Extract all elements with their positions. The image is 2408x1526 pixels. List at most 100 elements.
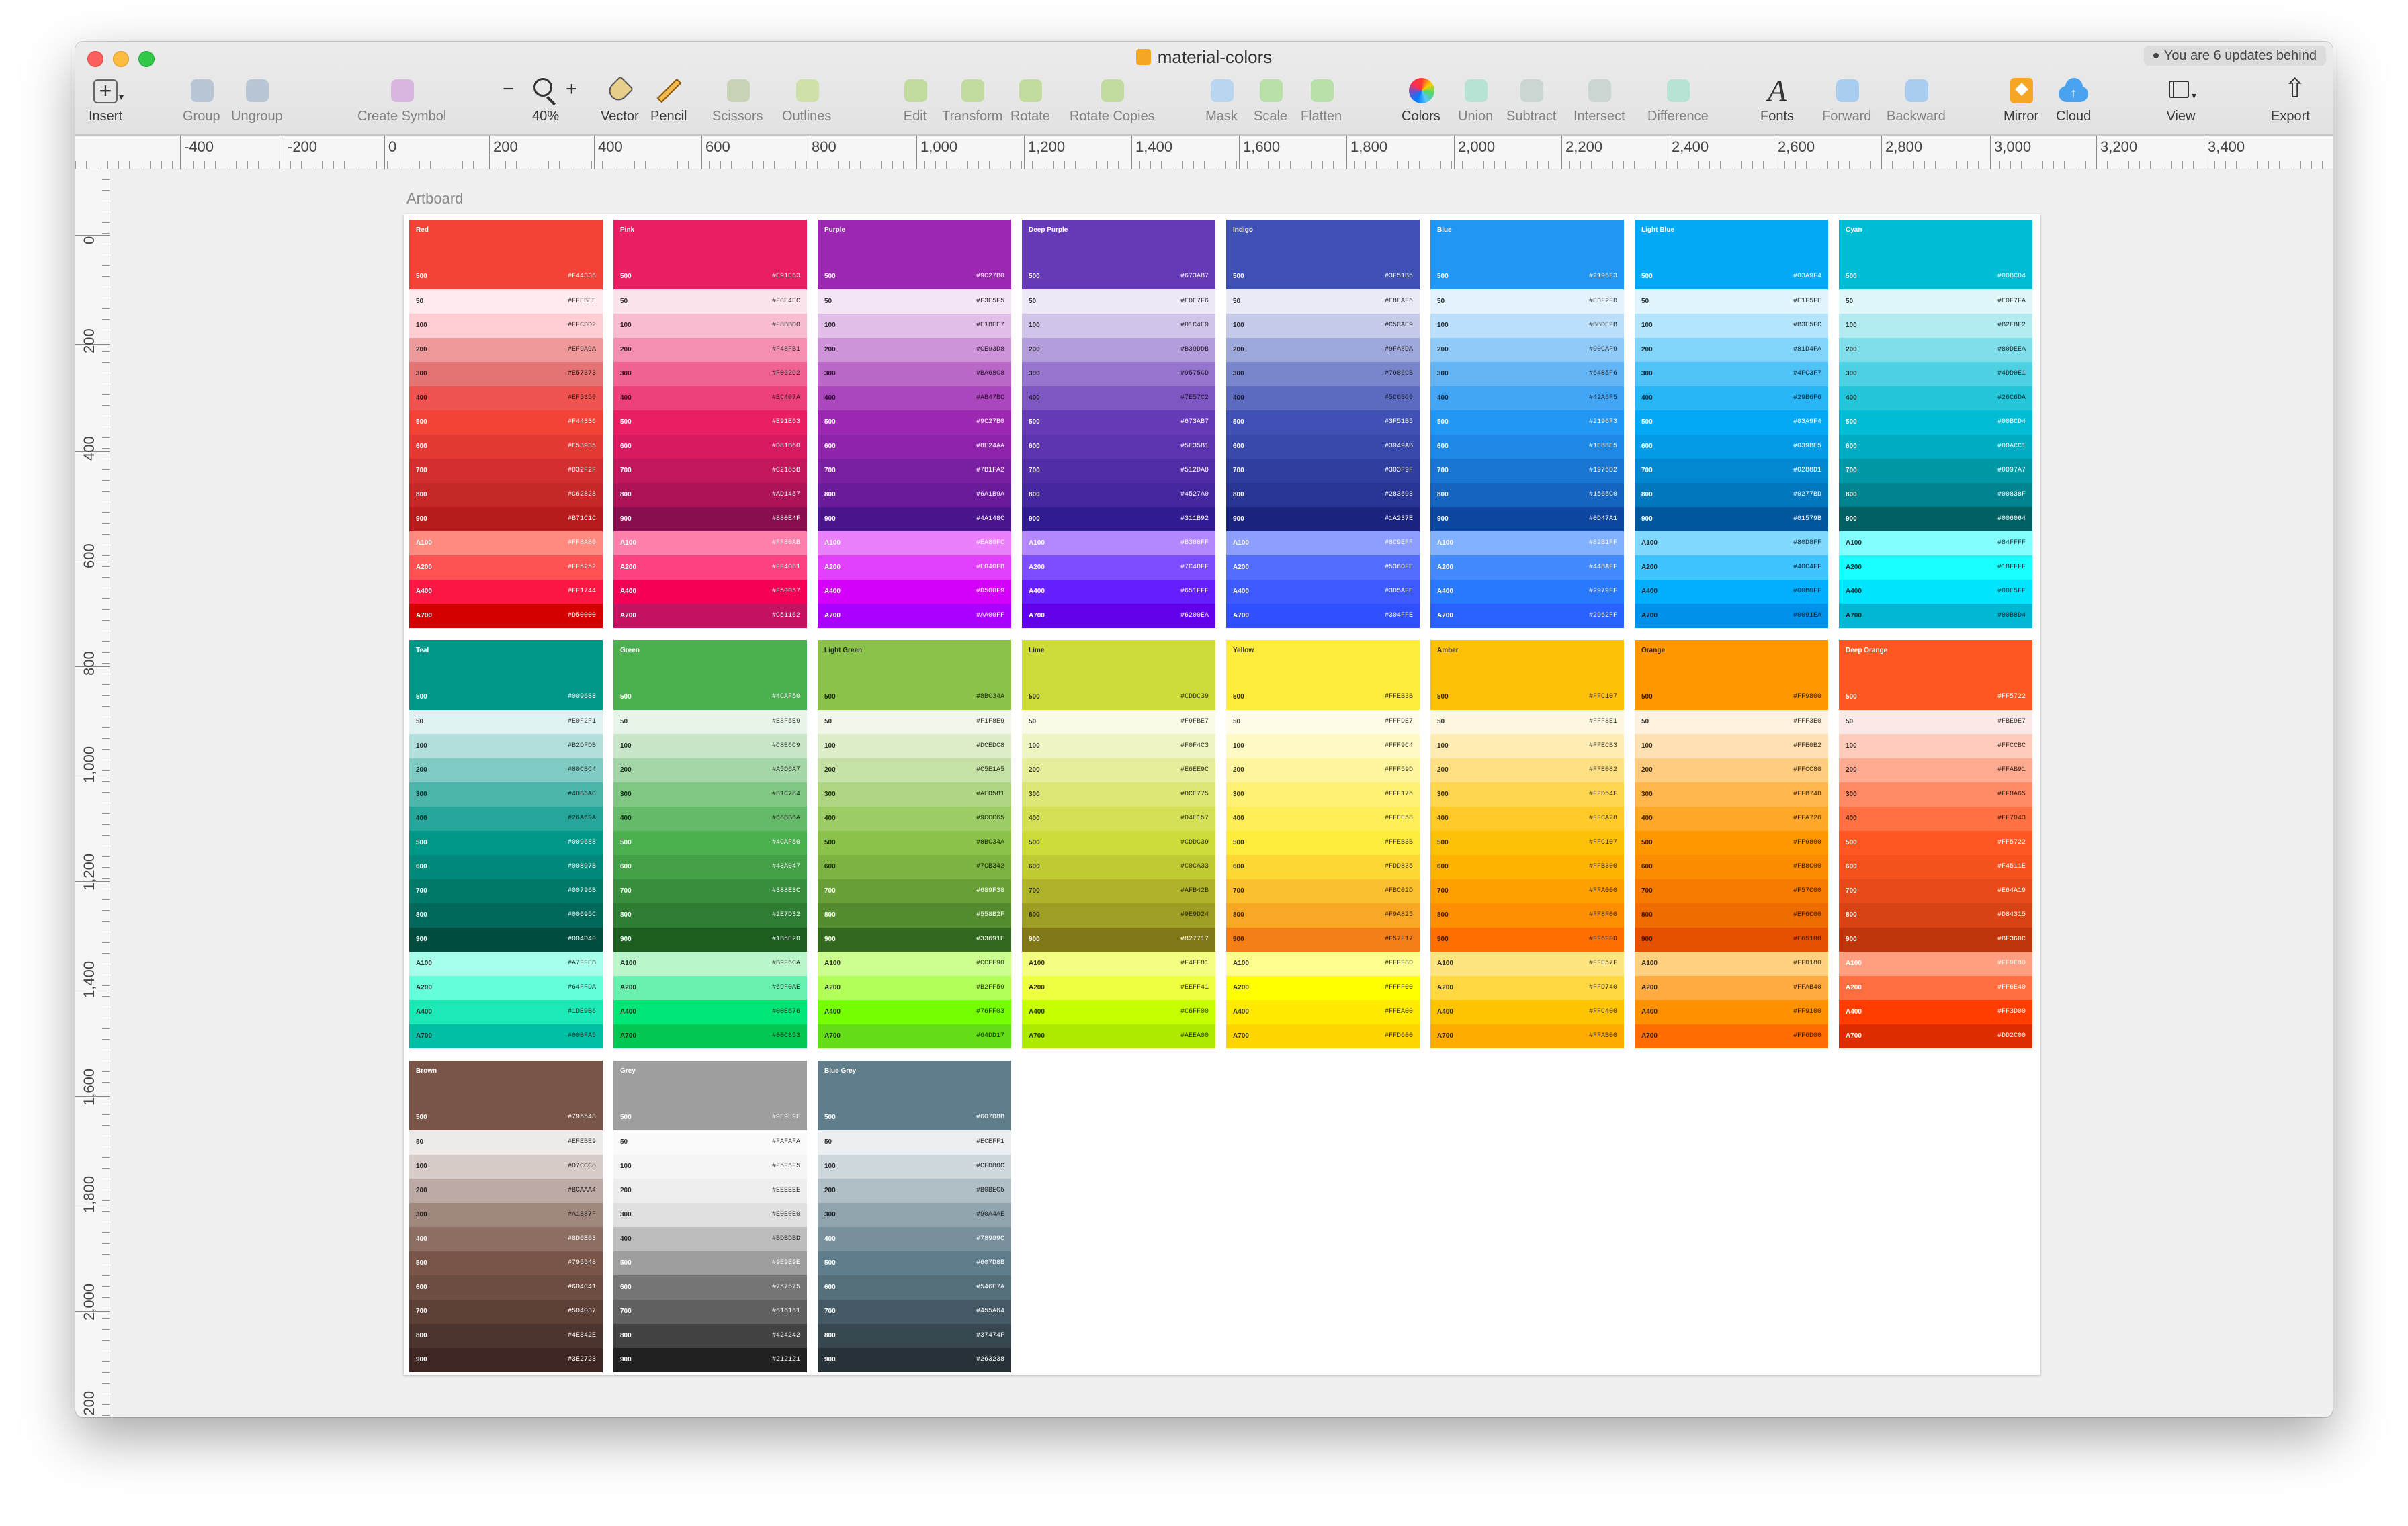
swatch-row[interactable]: 400 #EF5350 <box>409 386 603 410</box>
swatch-row[interactable]: 50 #E0F7FA <box>1839 289 2032 314</box>
swatch-row[interactable]: 500 #3F51B5 <box>1226 410 1420 435</box>
swatch-row[interactable]: 300 #4DB6AC <box>409 782 603 807</box>
swatch-row[interactable]: A200 #40C4FF <box>1635 555 1828 580</box>
swatch-row[interactable]: 100 #D1C4E9 <box>1022 314 1215 338</box>
swatch-row[interactable]: 700 #1976D2 <box>1430 459 1624 483</box>
swatch-row[interactable]: A200 #18FFFF <box>1839 555 2032 580</box>
toolbar-vector-button[interactable]: Vector <box>601 75 639 130</box>
swatch-row[interactable]: 600 #7CB342 <box>818 855 1011 879</box>
swatch-row[interactable]: 200 #BCAAA4 <box>409 1179 603 1203</box>
toolbar-pencil-button[interactable]: Pencil <box>650 77 687 130</box>
swatch-row[interactable]: A700 #00BFA5 <box>409 1024 603 1048</box>
toolbar-group-button[interactable]: Group <box>183 77 220 130</box>
swatch-row[interactable]: 900 #1B5E20 <box>613 928 807 952</box>
swatch-row[interactable]: 700 #FFA000 <box>1430 879 1624 903</box>
swatch-row[interactable]: A200 #FFFF00 <box>1226 976 1420 1000</box>
swatch-row[interactable]: 600 #8E24AA <box>818 435 1011 459</box>
toolbar-forward-button[interactable]: Forward <box>1822 77 1871 130</box>
swatch-row[interactable]: 500 #673AB7 <box>1022 410 1215 435</box>
swatch-row[interactable]: 100 #FFCCBC <box>1839 734 2032 758</box>
canvas[interactable]: Artboard Red 500 #F44336 50 #FFEBEE 100 #FFCDD… <box>111 170 2333 1417</box>
swatch-row[interactable]: 500 #CDDC39 <box>1022 831 1215 855</box>
swatch-row[interactable]: 50 #EDE7F6 <box>1022 289 1215 314</box>
swatch-row[interactable]: 200 #80DEEA <box>1839 338 2032 362</box>
swatch-row[interactable]: 600 #00ACC1 <box>1839 435 2032 459</box>
palette-yellow[interactable]: Yellow 500 #FFEB3B 50 #FFFDE7 100 #FFF9C4 200 #F… <box>1226 640 1420 1048</box>
toolbar-flatten-button[interactable]: Flatten <box>1301 77 1342 130</box>
swatch-row[interactable]: 400 #29B6F6 <box>1635 386 1828 410</box>
swatch-row[interactable]: 600 #757575 <box>613 1275 807 1300</box>
swatch-row[interactable]: 600 #039BE5 <box>1635 435 1828 459</box>
swatch-row[interactable]: 50 #FFFDE7 <box>1226 710 1420 734</box>
swatch-row[interactable]: 100 #F0F4C3 <box>1022 734 1215 758</box>
swatch-row[interactable]: 700 #C2185B <box>613 459 807 483</box>
swatch-row[interactable]: 600 #C0CA33 <box>1022 855 1215 879</box>
toolbar-mask-button[interactable]: Mask <box>1205 77 1238 130</box>
palette-green[interactable]: Green 500 #4CAF50 50 #E8F5E9 100 #C8E6C9 200 #A5… <box>613 640 807 1048</box>
swatch-row[interactable]: 200 #80CBC4 <box>409 758 603 782</box>
swatch-row[interactable]: 900 #BF360C <box>1839 928 2032 952</box>
swatch-row[interactable]: A200 #FF5252 <box>409 555 603 580</box>
swatch-row[interactable]: 50 #FBE9E7 <box>1839 710 2032 734</box>
swatch-row[interactable]: 600 #3949AB <box>1226 435 1420 459</box>
swatch-row[interactable]: 300 #90A4AE <box>818 1203 1011 1227</box>
swatch-row[interactable]: 300 #AED581 <box>818 782 1011 807</box>
swatch-row[interactable]: 700 #FBC02D <box>1226 879 1420 903</box>
swatch-row[interactable]: 300 #FF8A65 <box>1839 782 2032 807</box>
swatch-row[interactable]: 100 #C5CAE9 <box>1226 314 1420 338</box>
swatch-row[interactable]: 600 #43A047 <box>613 855 807 879</box>
swatch-row[interactable]: 800 #558B2F <box>818 903 1011 928</box>
toolbar-transform-button[interactable]: Transform <box>942 77 1002 130</box>
swatch-row[interactable]: 700 #E64A19 <box>1839 879 2032 903</box>
swatch-row[interactable]: A400 #00E5FF <box>1839 580 2032 604</box>
swatch-row[interactable]: 50 #FAFAFA <box>613 1130 807 1155</box>
swatch-row[interactable]: 100 #B2EBF2 <box>1839 314 2032 338</box>
swatch-row[interactable]: 700 #388E3C <box>613 879 807 903</box>
swatch-row[interactable]: A100 #FF8A80 <box>409 531 603 555</box>
swatch-row[interactable]: 400 #7E57C2 <box>1022 386 1215 410</box>
swatch-row[interactable]: 600 #00897B <box>409 855 603 879</box>
swatch-row[interactable]: 50 #FFF3E0 <box>1635 710 1828 734</box>
swatch-row[interactable]: 300 #81C784 <box>613 782 807 807</box>
palette-indigo[interactable]: Indigo 500 #3F51B5 50 #E8EAF6 100 #C5CAE9 200 #9… <box>1226 220 1420 628</box>
swatch-row[interactable]: 100 #C8E6C9 <box>613 734 807 758</box>
swatch-row[interactable]: 500 #8BC34A <box>818 831 1011 855</box>
palette-header[interactable]: Orange 500 #FF9800 <box>1635 640 1828 710</box>
swatch-row[interactable]: 200 #C5E1A5 <box>818 758 1011 782</box>
swatch-row[interactable]: A400 #76FF03 <box>818 1000 1011 1024</box>
swatch-row[interactable]: A700 #DD2C00 <box>1839 1024 2032 1048</box>
swatch-row[interactable]: 900 #B71C1C <box>409 507 603 531</box>
swatch-row[interactable]: A400 #FF1744 <box>409 580 603 604</box>
swatch-row[interactable]: 50 #E3F2FD <box>1430 289 1624 314</box>
swatch-row[interactable]: 900 #006064 <box>1839 507 2032 531</box>
swatch-row[interactable]: 400 #8D6E63 <box>409 1227 603 1251</box>
swatch-row[interactable]: 200 #B0BEC5 <box>818 1179 1011 1203</box>
swatch-row[interactable]: 200 #FFE082 <box>1430 758 1624 782</box>
toolbar-export-button[interactable]: ⇧ Export <box>2271 75 2310 130</box>
swatch-row[interactable]: 300 #9575CD <box>1022 362 1215 386</box>
swatch-row[interactable]: 100 #FFF9C4 <box>1226 734 1420 758</box>
swatch-row[interactable]: 900 #311B92 <box>1022 507 1215 531</box>
palette-header[interactable]: Blue 500 #2196F3 <box>1430 220 1624 289</box>
swatch-row[interactable]: 200 #A5D6A7 <box>613 758 807 782</box>
swatch-row[interactable]: 200 #FFAB91 <box>1839 758 2032 782</box>
toolbar-40-button[interactable]: − +40% <box>503 77 578 130</box>
palette-blue[interactable]: Blue 500 #2196F3 50 #E3F2FD 100 #BBDEFB 200 #90C… <box>1430 220 1624 628</box>
swatch-row[interactable]: 400 #9CCC65 <box>818 807 1011 831</box>
swatch-row[interactable]: 100 #B3E5FC <box>1635 314 1828 338</box>
palette-cyan[interactable]: Cyan 500 #00BCD4 50 #E0F7FA 100 #B2EBF2 200 #80D… <box>1839 220 2032 628</box>
swatch-row[interactable]: 300 #64B5F6 <box>1430 362 1624 386</box>
palette-header[interactable]: Deep Orange 500 #FF5722 <box>1839 640 2032 710</box>
swatch-row[interactable]: 600 #6D4C41 <box>409 1275 603 1300</box>
swatch-row[interactable]: 200 #EEEEEE <box>613 1179 807 1203</box>
swatch-row[interactable]: 500 #FF9800 <box>1635 831 1828 855</box>
swatch-row[interactable]: A100 #84FFFF <box>1839 531 2032 555</box>
swatch-row[interactable]: 800 #6A1B9A <box>818 483 1011 507</box>
palette-header[interactable]: Red 500 #F44336 <box>409 220 603 289</box>
swatch-row[interactable]: 300 #E0E0E0 <box>613 1203 807 1227</box>
swatch-row[interactable]: A100 #FF80AB <box>613 531 807 555</box>
swatch-row[interactable]: 300 #FFB74D <box>1635 782 1828 807</box>
swatch-row[interactable]: A200 #69F0AE <box>613 976 807 1000</box>
swatch-row[interactable]: A700 #2962FF <box>1430 604 1624 628</box>
swatch-row[interactable]: 200 #B39DDB <box>1022 338 1215 362</box>
